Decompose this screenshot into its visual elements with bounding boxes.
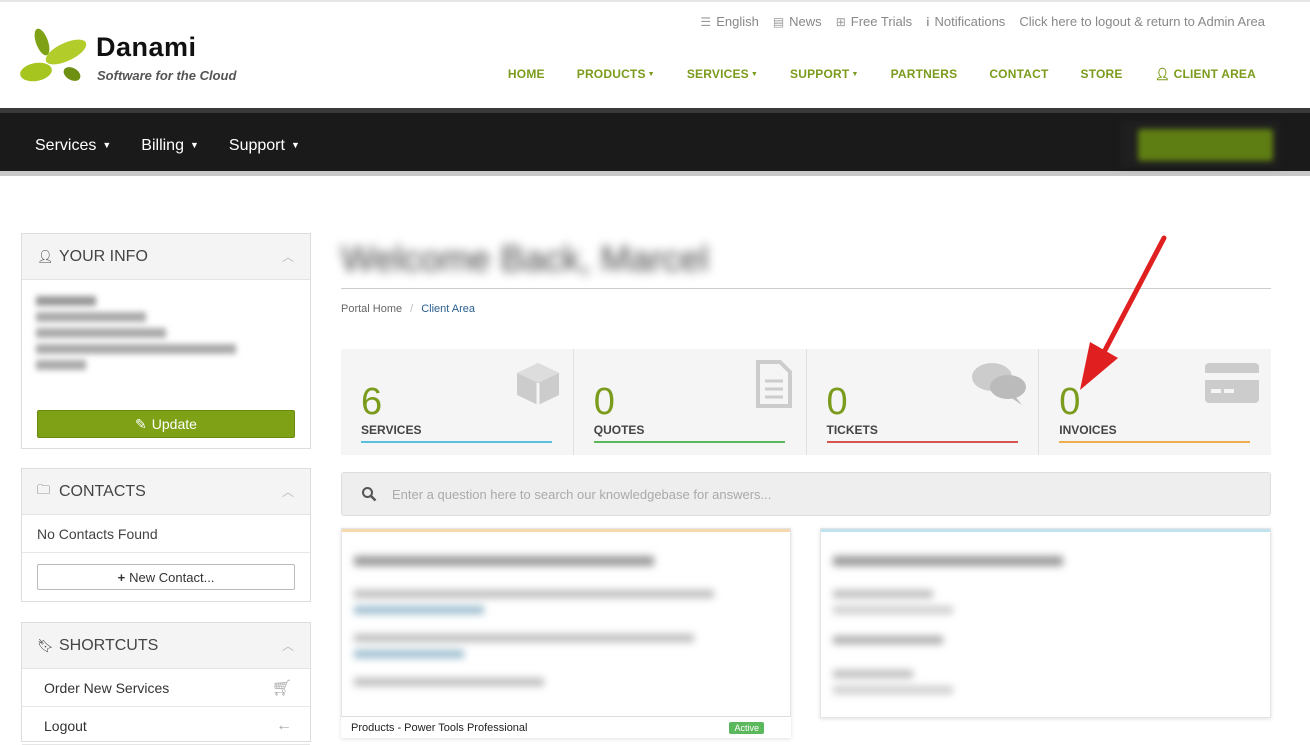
site-header: Danami Software for the Cloud ☰ English ▤… [0, 0, 1310, 108]
credit-card-icon [1205, 363, 1259, 403]
logo-leaf-icon [20, 28, 87, 82]
services-label: SERVICES [361, 423, 422, 437]
user-icon: 👤︎ [37, 248, 54, 264]
chevron-up-icon[interactable]: ︿ [282, 637, 294, 654]
no-contacts-text: No Contacts Found [22, 515, 310, 553]
tile-tickets[interactable]: 0 TICKETS [807, 349, 1040, 455]
plus-icon: + [117, 569, 126, 585]
search-icon [362, 487, 377, 502]
breadcrumb: Portal Home / Client Area [341, 303, 476, 315]
shortcut-order-new-services[interactable]: Order New Services 🛒︎ [22, 669, 310, 707]
tile-quotes[interactable]: 0 QUOTES [574, 349, 807, 455]
folder-icon: 🗀︎ [37, 481, 51, 497]
quotes-count: 0 [593, 381, 615, 423]
cube-icon [516, 363, 559, 405]
invoices-bar [1059, 441, 1251, 443]
nav-store[interactable]: STORE [1080, 67, 1122, 81]
user-icon: 👤︎ [1154, 67, 1174, 81]
caret-down-icon: ▼ [851, 71, 859, 78]
panel-header[interactable]: 👤︎ YOUR INFO ︿ [22, 234, 310, 280]
client-nav-billing[interactable]: Billing ▼ [141, 137, 199, 155]
cart-icon: 🛒︎ [271, 679, 292, 697]
bookmark-icon: 🔖︎ [37, 637, 54, 653]
caret-down-icon: ▼ [189, 140, 199, 150]
news-link[interactable]: ▤ News [773, 14, 822, 29]
contacts-panel: 🗀︎ CONTACTS ︿ No Contacts Found + New Con… [21, 468, 311, 602]
document-icon [755, 360, 792, 408]
arrow-left-icon: ← [276, 716, 292, 734]
annotation-arrow-icon [1080, 235, 1167, 390]
blurred-account-button[interactable] [1120, 121, 1280, 167]
panel-header[interactable]: 🔖︎ SHORTCUTS ︿ [22, 623, 310, 669]
language-link[interactable]: ☰ English [700, 14, 758, 29]
blurred-products-list [342, 532, 790, 704]
caret-down-icon: ▼ [750, 71, 759, 78]
chevron-up-icon[interactable]: ︿ [282, 483, 294, 500]
services-count: 6 [361, 381, 383, 423]
nav-client-area[interactable]: 👤︎ CLIENT AREA [1155, 67, 1256, 81]
nav-services[interactable]: SERVICES ▼ [687, 67, 758, 81]
comments-icon [972, 363, 1027, 405]
panel-header[interactable]: 🗀︎ CONTACTS ︿ [22, 469, 310, 515]
support-tickets-card [820, 528, 1271, 718]
client-nav-support[interactable]: Support ▼ [229, 137, 300, 155]
notifications-link[interactable]: i Notifications [926, 14, 1005, 29]
blurred-contact-details [22, 280, 310, 398]
knowledgebase-search[interactable]: Enter a question here to search our know… [341, 472, 1271, 516]
brand-logo[interactable]: Danami Software for the Cloud [20, 28, 250, 88]
update-button[interactable]: ✎ Update [37, 410, 295, 438]
quotes-bar [593, 441, 785, 443]
page-title: Welcome Back, Marcel [341, 238, 709, 279]
nav-products[interactable]: PRODUCTS ▼ [577, 67, 655, 81]
product-row[interactable]: Products - Power Tools Professional Acti… [341, 716, 791, 738]
free-trials-link[interactable]: ⊞ Free Trials [836, 14, 912, 29]
tickets-label: TICKETS [826, 423, 878, 437]
tickets-bar [826, 441, 1018, 443]
gift-icon: ⊞ [835, 14, 846, 29]
breadcrumb-home[interactable]: Portal Home [341, 303, 402, 315]
client-nav-services[interactable]: Services ▼ [35, 137, 111, 155]
shortcut-logout[interactable]: Logout ← [22, 707, 310, 745]
menu-icon: ☰ [700, 14, 712, 29]
active-products-card [341, 528, 791, 738]
invoices-label: INVOICES [1059, 423, 1117, 437]
nav-contact[interactable]: CONTACT [989, 67, 1048, 81]
chevron-up-icon[interactable]: ︿ [282, 248, 294, 265]
services-bar [361, 441, 552, 443]
tickets-count: 0 [826, 381, 848, 423]
nav-partners[interactable]: PARTNERS [891, 67, 958, 81]
logout-admin-link[interactable]: Click here to logout & return to Admin A… [1019, 14, 1265, 29]
client-nav: Services ▼ Billing ▼ Support ▼ [35, 137, 300, 155]
caret-down-icon: ▼ [290, 140, 300, 150]
blurred-tickets-list [821, 532, 1270, 712]
newspaper-icon: ▤ [772, 14, 785, 29]
nav-support[interactable]: SUPPORT ▼ [790, 67, 859, 81]
breadcrumb-current: Client Area [421, 303, 476, 315]
your-info-panel: 👤︎ YOUR INFO ︿ ✎ Update [21, 233, 311, 449]
info-icon: i [926, 14, 930, 29]
tile-services[interactable]: 6 SERVICES [341, 349, 574, 455]
pencil-icon: ✎ [135, 415, 147, 432]
product-name: Products - Power Tools Professional [351, 721, 528, 734]
shortcuts-panel: 🔖︎ SHORTCUTS ︿ Order New Services 🛒︎ Log… [21, 622, 311, 745]
new-contact-button[interactable]: + New Contact... [37, 564, 295, 590]
utility-links: ☰ English ▤ News ⊞ Free Trials i Notificatio… [700, 14, 1265, 29]
main-nav: HOME PRODUCTS ▼ SERVICES ▼ SUPPORT ▼ PARTNE… [508, 67, 1256, 81]
caret-down-icon: ▼ [647, 71, 655, 78]
caret-down-icon: ▼ [102, 140, 112, 150]
nav-home[interactable]: HOME [508, 67, 545, 81]
brand-tagline: Software for the Cloud [97, 68, 237, 83]
quotes-label: QUOTES [593, 423, 645, 437]
status-badge: Active [729, 722, 764, 734]
client-nav-bar: Services ▼ Billing ▼ Support ▼ [0, 108, 1310, 176]
search-placeholder: Enter a question here to search our know… [392, 486, 772, 502]
brand-name: Danami [96, 32, 197, 62]
